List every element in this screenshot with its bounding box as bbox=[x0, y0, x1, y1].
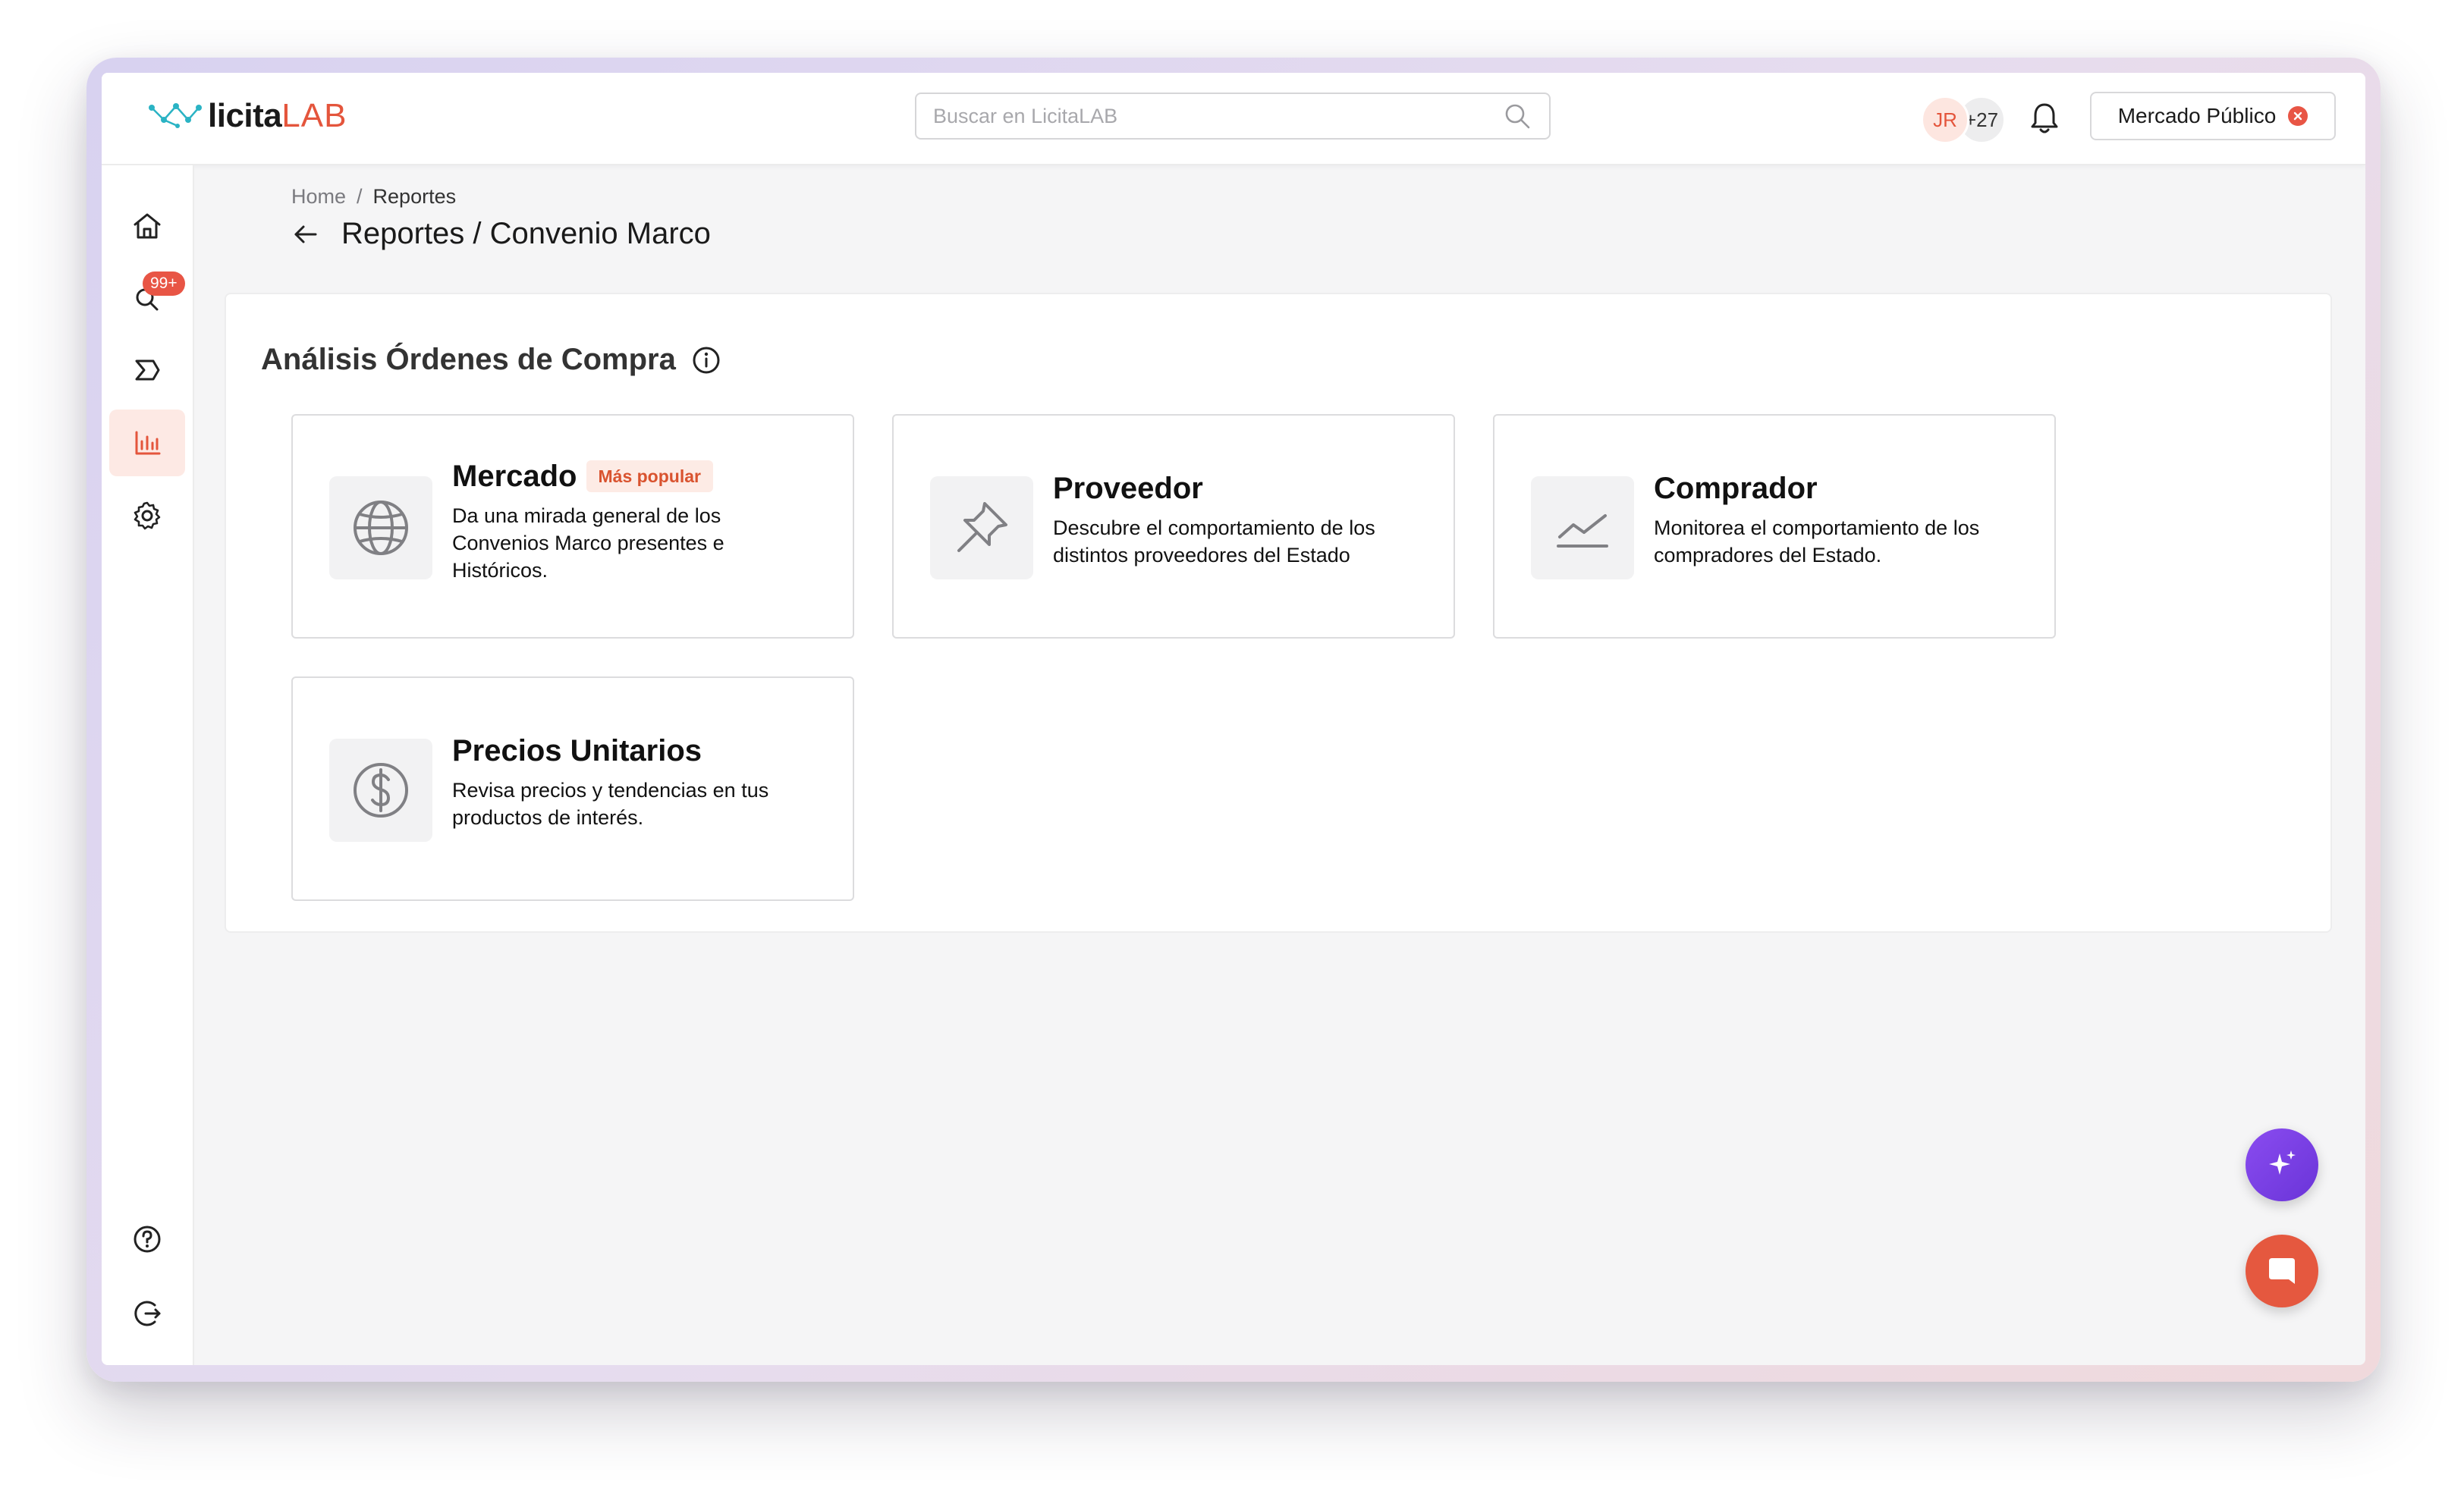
card-icon-box bbox=[930, 476, 1033, 579]
sidebar-item-reports[interactable] bbox=[109, 410, 185, 476]
close-icon[interactable] bbox=[2288, 106, 2308, 126]
sigma-icon bbox=[135, 359, 160, 381]
logo-wordmark: licitaLAB bbox=[208, 97, 347, 134]
search-input[interactable] bbox=[916, 103, 1502, 129]
page-header: Reportes / Convenio Marco bbox=[291, 217, 711, 251]
logo-network-icon bbox=[149, 103, 202, 128]
user-avatars[interactable]: JR +27 bbox=[1921, 96, 2006, 144]
notification-badge: 99+ bbox=[143, 271, 185, 296]
help-icon bbox=[134, 1226, 161, 1253]
sparkle-icon bbox=[2269, 1150, 2296, 1175]
card-title: Proveedor bbox=[1053, 470, 1423, 507]
breadcrumb-current: Reportes bbox=[372, 185, 457, 208]
back-arrow-icon[interactable] bbox=[291, 221, 319, 248]
popular-badge: Más popular bbox=[586, 460, 713, 492]
card-text: Comprador Monitorea el comportamiento de… bbox=[1654, 470, 2024, 569]
chat-support-button[interactable] bbox=[2246, 1235, 2318, 1307]
globe-icon bbox=[354, 501, 408, 555]
breadcrumb-separator: / bbox=[357, 185, 363, 208]
report-panel: Análisis Órdenes de Compra Mercado Más p… bbox=[225, 293, 2332, 933]
report-card-precios-unitarios[interactable]: Precios Unitarios Revisa precios y tende… bbox=[291, 676, 854, 901]
card-title: Comprador bbox=[1654, 470, 2024, 507]
ai-assistant-button[interactable] bbox=[2246, 1128, 2318, 1201]
card-text: Proveedor Descubre el comportamiento de … bbox=[1053, 470, 1423, 569]
sidebar: 99+ bbox=[102, 165, 194, 1365]
section-title-text: Análisis Órdenes de Compra bbox=[261, 343, 676, 376]
report-card-mercado[interactable]: Mercado Más popular Da una mirada genera… bbox=[291, 414, 854, 639]
pin-icon bbox=[957, 502, 1007, 552]
sidebar-item-sigma[interactable] bbox=[109, 337, 185, 403]
home-icon bbox=[134, 213, 161, 239]
report-card-proveedor[interactable]: Proveedor Descubre el comportamiento de … bbox=[892, 414, 1455, 639]
card-title: Mercado Más popular bbox=[452, 458, 822, 494]
bell-icon[interactable] bbox=[2027, 100, 2062, 137]
card-icon-box bbox=[1531, 476, 1634, 579]
card-title-text: Mercado bbox=[452, 460, 577, 493]
card-icon-box bbox=[329, 476, 432, 579]
page-title: Reportes / Convenio Marco bbox=[341, 217, 711, 250]
market-selector-button[interactable]: Mercado Público bbox=[2090, 92, 2336, 140]
report-card-comprador[interactable]: Comprador Monitorea el comportamiento de… bbox=[1493, 414, 2056, 639]
top-bar: licitaLAB JR +27 Mercado Público bbox=[102, 73, 2365, 165]
card-description: Monitorea el comportamiento de los compr… bbox=[1654, 516, 1980, 567]
breadcrumb: Home / Reportes bbox=[291, 185, 456, 209]
card-description: Descubre el comportamiento de los distin… bbox=[1053, 516, 1375, 567]
info-icon[interactable] bbox=[691, 345, 721, 375]
sidebar-item-search[interactable]: 99+ bbox=[109, 264, 185, 331]
trend-line-icon bbox=[1557, 514, 1608, 548]
chat-bubble-icon bbox=[2269, 1258, 2295, 1284]
dollar-icon bbox=[354, 763, 408, 818]
card-text: Mercado Más popular Da una mirada genera… bbox=[452, 458, 822, 584]
sidebar-item-help[interactable] bbox=[109, 1206, 185, 1273]
sidebar-item-home[interactable] bbox=[109, 193, 185, 259]
sidebar-item-settings[interactable] bbox=[109, 482, 185, 549]
card-title-text: Precios Unitarios bbox=[452, 734, 702, 767]
section-title: Análisis Órdenes de Compra bbox=[261, 343, 721, 377]
card-title-text: Proveedor bbox=[1053, 472, 1203, 505]
card-description: Revisa precios y tendencias en tus produ… bbox=[452, 779, 769, 829]
card-description: Da una mirada general de los Convenios M… bbox=[452, 504, 724, 582]
market-button-label: Mercado Público bbox=[2117, 104, 2277, 127]
card-title-text: Comprador bbox=[1654, 472, 1818, 505]
gear-icon bbox=[134, 501, 161, 530]
app-window: licitaLAB JR +27 Mercado Público bbox=[102, 73, 2365, 1365]
licitalab-logo[interactable]: licitaLAB bbox=[146, 97, 347, 135]
logout-icon bbox=[134, 1301, 161, 1326]
search-bar[interactable] bbox=[915, 93, 1551, 140]
breadcrumb-home[interactable]: Home bbox=[291, 185, 346, 209]
window-frame: licitaLAB JR +27 Mercado Público bbox=[86, 58, 2381, 1382]
card-title: Precios Unitarios bbox=[452, 733, 822, 769]
search-icon[interactable] bbox=[1502, 101, 1532, 131]
card-icon-box bbox=[329, 739, 432, 842]
bar-chart-icon bbox=[135, 431, 161, 455]
avatar[interactable]: JR bbox=[1921, 96, 1969, 144]
card-text: Precios Unitarios Revisa precios y tende… bbox=[452, 733, 822, 831]
sidebar-item-logout[interactable] bbox=[109, 1280, 185, 1347]
